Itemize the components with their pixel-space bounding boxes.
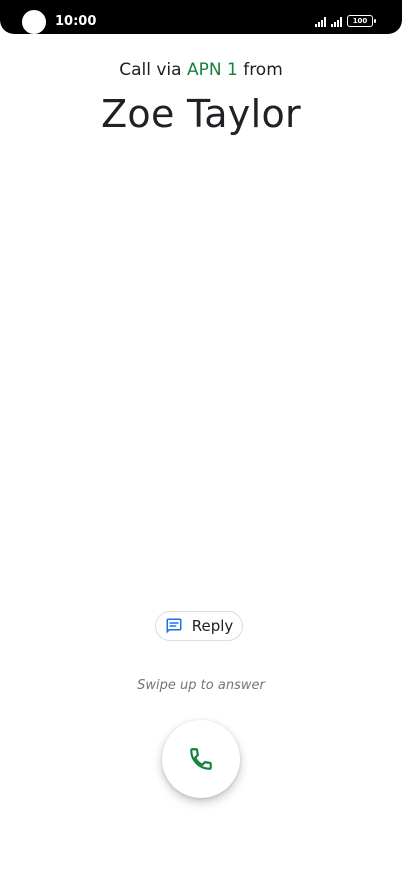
signal-icon-2 <box>331 17 342 27</box>
call-via-suffix: from <box>243 60 283 80</box>
reply-label: Reply <box>191 617 234 635</box>
message-icon <box>166 618 182 634</box>
status-bar: 10:00 100 <box>0 0 402 34</box>
status-time: 10:00 <box>55 14 97 29</box>
apn-name: APN 1 <box>186 60 238 80</box>
phone-icon <box>190 748 212 770</box>
status-indicators: 100 <box>315 15 376 27</box>
incoming-call-screen: 10:00 100 Call via APN 1 from Zoe Taylor… <box>0 0 402 893</box>
battery-level: 100 <box>352 17 368 25</box>
call-via-line: Call via APN 1 from <box>0 60 402 80</box>
battery-icon: 100 <box>347 15 376 27</box>
caller-name: Zoe Taylor <box>101 92 301 136</box>
swipe-hint: Swipe up to answer <box>137 678 265 693</box>
signal-icon <box>315 17 326 27</box>
camera-cutout <box>22 10 46 34</box>
call-via-prefix: Call via <box>119 60 182 80</box>
answer-button[interactable] <box>162 720 240 798</box>
reply-button[interactable]: Reply <box>155 611 243 641</box>
